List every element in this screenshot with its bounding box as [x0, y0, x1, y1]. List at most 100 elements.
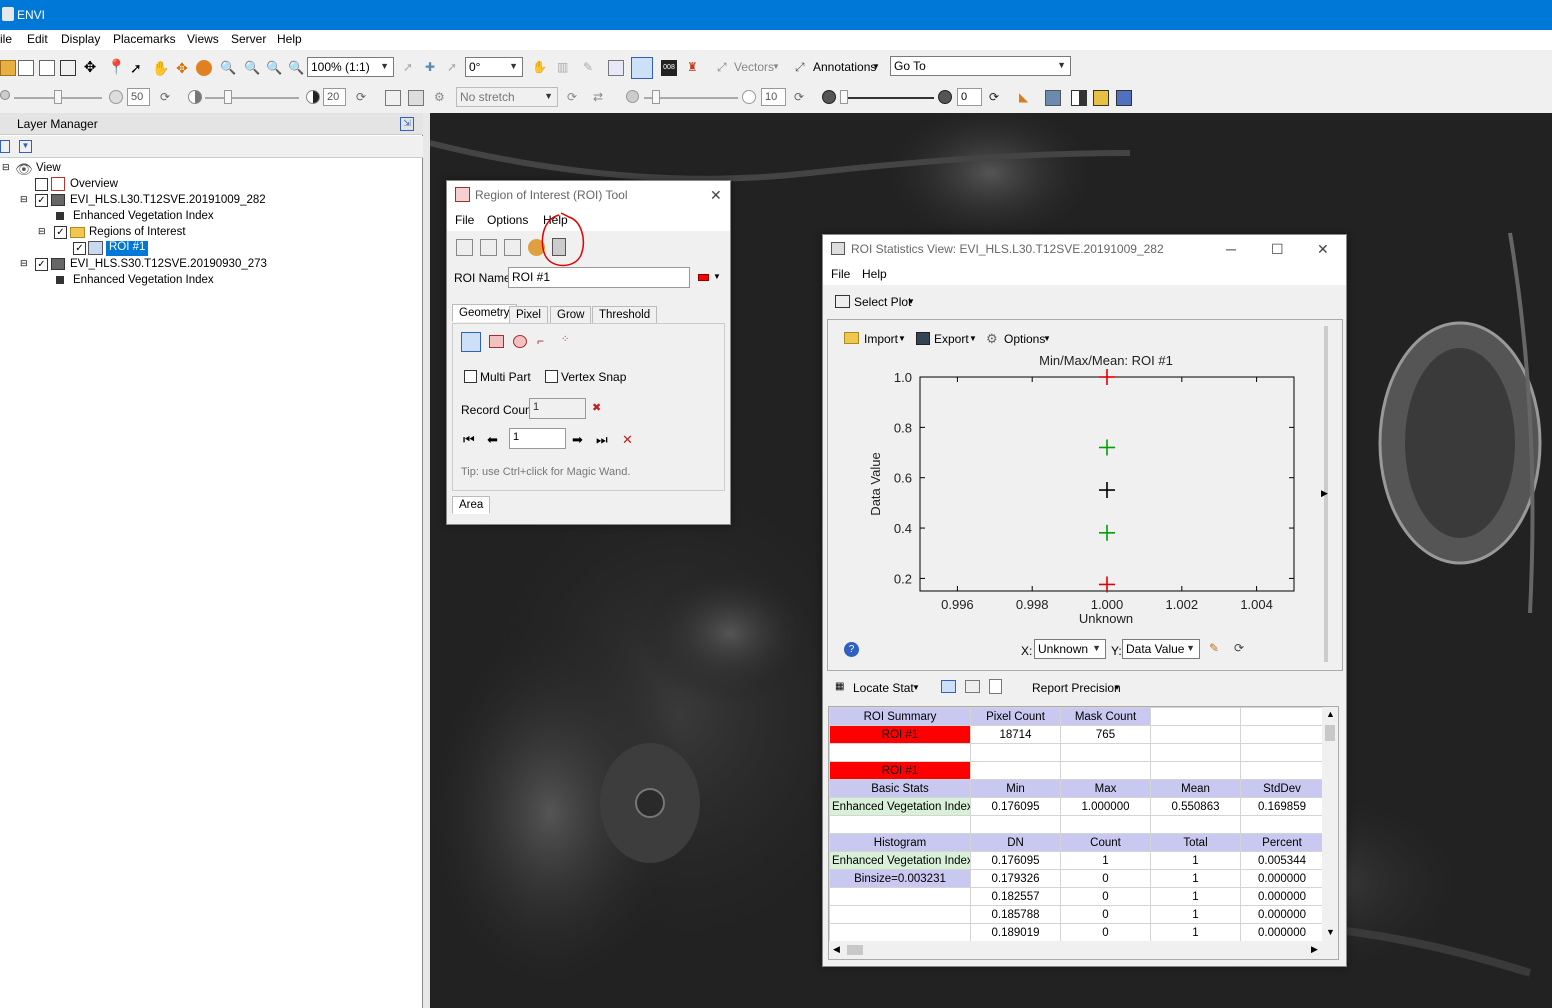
ntf-icon[interactable] — [39, 60, 55, 76]
layer2-checkbox[interactable]: ✓ — [35, 258, 48, 271]
crosshair-icon[interactable]: ✚ — [425, 60, 441, 76]
expand-panel-icon[interactable]: ▶ — [1321, 488, 1328, 499]
maximize-icon[interactable]: ☐ — [1271, 241, 1284, 258]
pan-hand-icon[interactable]: ✋ — [152, 60, 169, 76]
collapse-all-icon[interactable] — [0, 140, 10, 153]
zoom-in-icon[interactable]: 🔍 — [244, 60, 260, 76]
ruler-icon[interactable]: ◣ — [1019, 90, 1035, 106]
table-horizontal-scrollbar[interactable]: ◀ ▶ — [829, 941, 1338, 959]
scroll-left-icon[interactable]: ◀ — [833, 944, 840, 955]
delete-roi-icon[interactable] — [480, 239, 497, 256]
link-icon[interactable]: ➚ — [447, 60, 463, 76]
close-icon[interactable]: ✕ — [710, 187, 722, 204]
table-cell[interactable]: 0 — [1060, 923, 1151, 942]
rotate-icon[interactable] — [196, 60, 212, 76]
vertex-snap-checkbox[interactable] — [545, 370, 558, 383]
ellipse-tool-icon[interactable] — [513, 335, 527, 348]
scroll-thumb[interactable] — [1325, 725, 1335, 741]
table-cell[interactable]: 1 — [1060, 851, 1151, 870]
export-menu[interactable]: Export — [934, 332, 969, 346]
min-max-mean-chart[interactable]: Min/Max/Mean: ROI #1 1.0 0.8 0.6 0.4 0.2 0.99… — [828, 350, 1328, 630]
help-icon[interactable]: ? — [844, 642, 859, 657]
roi-name-cell[interactable]: ROI #1 — [829, 761, 971, 780]
select-plot-menu[interactable]: Select Plot — [854, 295, 911, 309]
undock-icon[interactable]: ⇲ — [400, 117, 414, 131]
placemark-icon[interactable]: 📍 — [107, 60, 126, 76]
reset-sharpen-icon[interactable]: ⟳ — [794, 90, 810, 106]
multipart-checkbox[interactable] — [464, 370, 477, 383]
zoom-fit-icon[interactable]: 🔍 — [288, 60, 304, 76]
table-cell[interactable]: 18714 — [970, 725, 1061, 744]
tab-pixel[interactable]: Pixel — [509, 306, 548, 324]
swipe-icon[interactable] — [1071, 90, 1087, 106]
cursor-value-icon[interactable]: ➚ — [403, 60, 419, 76]
transparency-value[interactable]: 0 — [957, 88, 982, 106]
image-icon[interactable] — [1045, 90, 1061, 106]
histogram-icon[interactable] — [408, 90, 424, 106]
table-cell[interactable]: 0.000000 — [1240, 905, 1324, 924]
expand-all-icon[interactable]: ▼ — [19, 140, 32, 153]
table-vertical-scrollbar[interactable]: ▲ ▼ — [1322, 707, 1338, 941]
collapse-toggle-icon[interactable]: ⊟ — [20, 258, 28, 269]
table-cell[interactable]: 0 — [1060, 905, 1151, 924]
scroll-right-icon[interactable]: ▶ — [1311, 944, 1318, 955]
stretch-icon[interactable] — [385, 90, 401, 106]
table-cell[interactable]: 0.185788 — [970, 905, 1061, 924]
data-manager-icon[interactable] — [18, 60, 34, 76]
collapse-toggle-icon[interactable]: ⊟ — [2, 162, 10, 173]
report-precision-menu[interactable]: Report Precision — [1032, 681, 1121, 695]
table-cell[interactable]: 1 — [1150, 851, 1241, 870]
polygon-tool-icon[interactable] — [461, 332, 481, 352]
close-icon[interactable]: ✕ — [1317, 241, 1329, 258]
table-cell[interactable]: 0.000000 — [1240, 869, 1324, 888]
tree-item-view[interactable]: View — [36, 162, 61, 174]
menu-file[interactable]: ile — [0, 32, 12, 46]
tab-threshold[interactable]: Threshold — [592, 306, 658, 324]
scroll-up-icon[interactable]: ▲ — [1326, 709, 1335, 719]
scroll-thumb[interactable] — [847, 945, 863, 955]
link-stretch-icon[interactable]: ⇄ — [593, 90, 609, 106]
chevron-down-icon[interactable]: ▼ — [713, 272, 721, 281]
table-cell[interactable]: 0.000000 — [1240, 923, 1324, 942]
roi-folder-checkbox[interactable]: ✓ — [54, 226, 67, 239]
zoom-icon[interactable]: 🔍 — [220, 60, 236, 76]
y-axis-select[interactable]: Data Value ▼ — [1122, 639, 1200, 659]
table-cell[interactable]: 0.169859 — [1240, 797, 1324, 816]
table-cell[interactable]: 0.550863 — [1150, 797, 1241, 816]
next-record-icon[interactable]: ➡ — [572, 432, 588, 448]
settings-gear-icon[interactable]: ⚙ — [434, 90, 450, 106]
table-cell[interactable]: 1.000000 — [1060, 797, 1151, 816]
scroll-down-icon[interactable]: ▼ — [1326, 927, 1335, 937]
tree-item-regions-of-interest[interactable]: Regions of Interest — [89, 226, 186, 238]
brightness-slider-knob[interactable] — [54, 90, 62, 104]
polyline-tool-icon[interactable]: ⌐ — [537, 334, 553, 350]
sharpen-slider-knob[interactable] — [652, 90, 660, 104]
stretch-combo[interactable]: No stretch ▼ — [456, 87, 558, 107]
roi-color-swatch[interactable] — [698, 274, 709, 281]
vectors-menu[interactable]: Vectors — [734, 60, 774, 74]
pencil-icon[interactable]: ✎ — [1209, 641, 1225, 657]
band-name-cell[interactable]: Enhanced Vegetation Index — [829, 851, 971, 870]
table-cell[interactable]: 0.000000 — [1240, 887, 1324, 906]
table-cell[interactable]: 1 — [1150, 869, 1241, 888]
contrast-slider-track[interactable] — [205, 97, 299, 99]
table-cell[interactable]: 0.176095 — [970, 797, 1061, 816]
stats-menu-help[interactable]: Help — [862, 267, 887, 281]
sharpen-value[interactable]: 10 — [761, 88, 786, 106]
table-cell[interactable]: 0 — [1060, 887, 1151, 906]
brightness-value[interactable]: 50 — [127, 88, 150, 106]
table-view-icon[interactable] — [965, 680, 980, 693]
panel-splitter[interactable] — [423, 113, 430, 1008]
tab-grow[interactable]: Grow — [550, 306, 592, 324]
pan-hand-gray-icon[interactable]: ✋ — [532, 60, 548, 76]
goto-combo[interactable]: Go To ▼ — [890, 56, 1071, 76]
grid-view-icon[interactable] — [941, 680, 956, 693]
overview-checkbox[interactable] — [35, 178, 48, 191]
roi-tool-icon[interactable] — [631, 57, 653, 79]
table-cell[interactable]: 0.176095 — [970, 851, 1061, 870]
display-icon[interactable] — [60, 60, 76, 76]
lighthouse-icon[interactable]: ♜ — [687, 60, 703, 76]
select-arrow-icon[interactable]: ➚ — [130, 60, 146, 76]
delete-all-roi-icon[interactable] — [504, 239, 521, 256]
table-cell[interactable]: 0.189019 — [970, 923, 1061, 942]
